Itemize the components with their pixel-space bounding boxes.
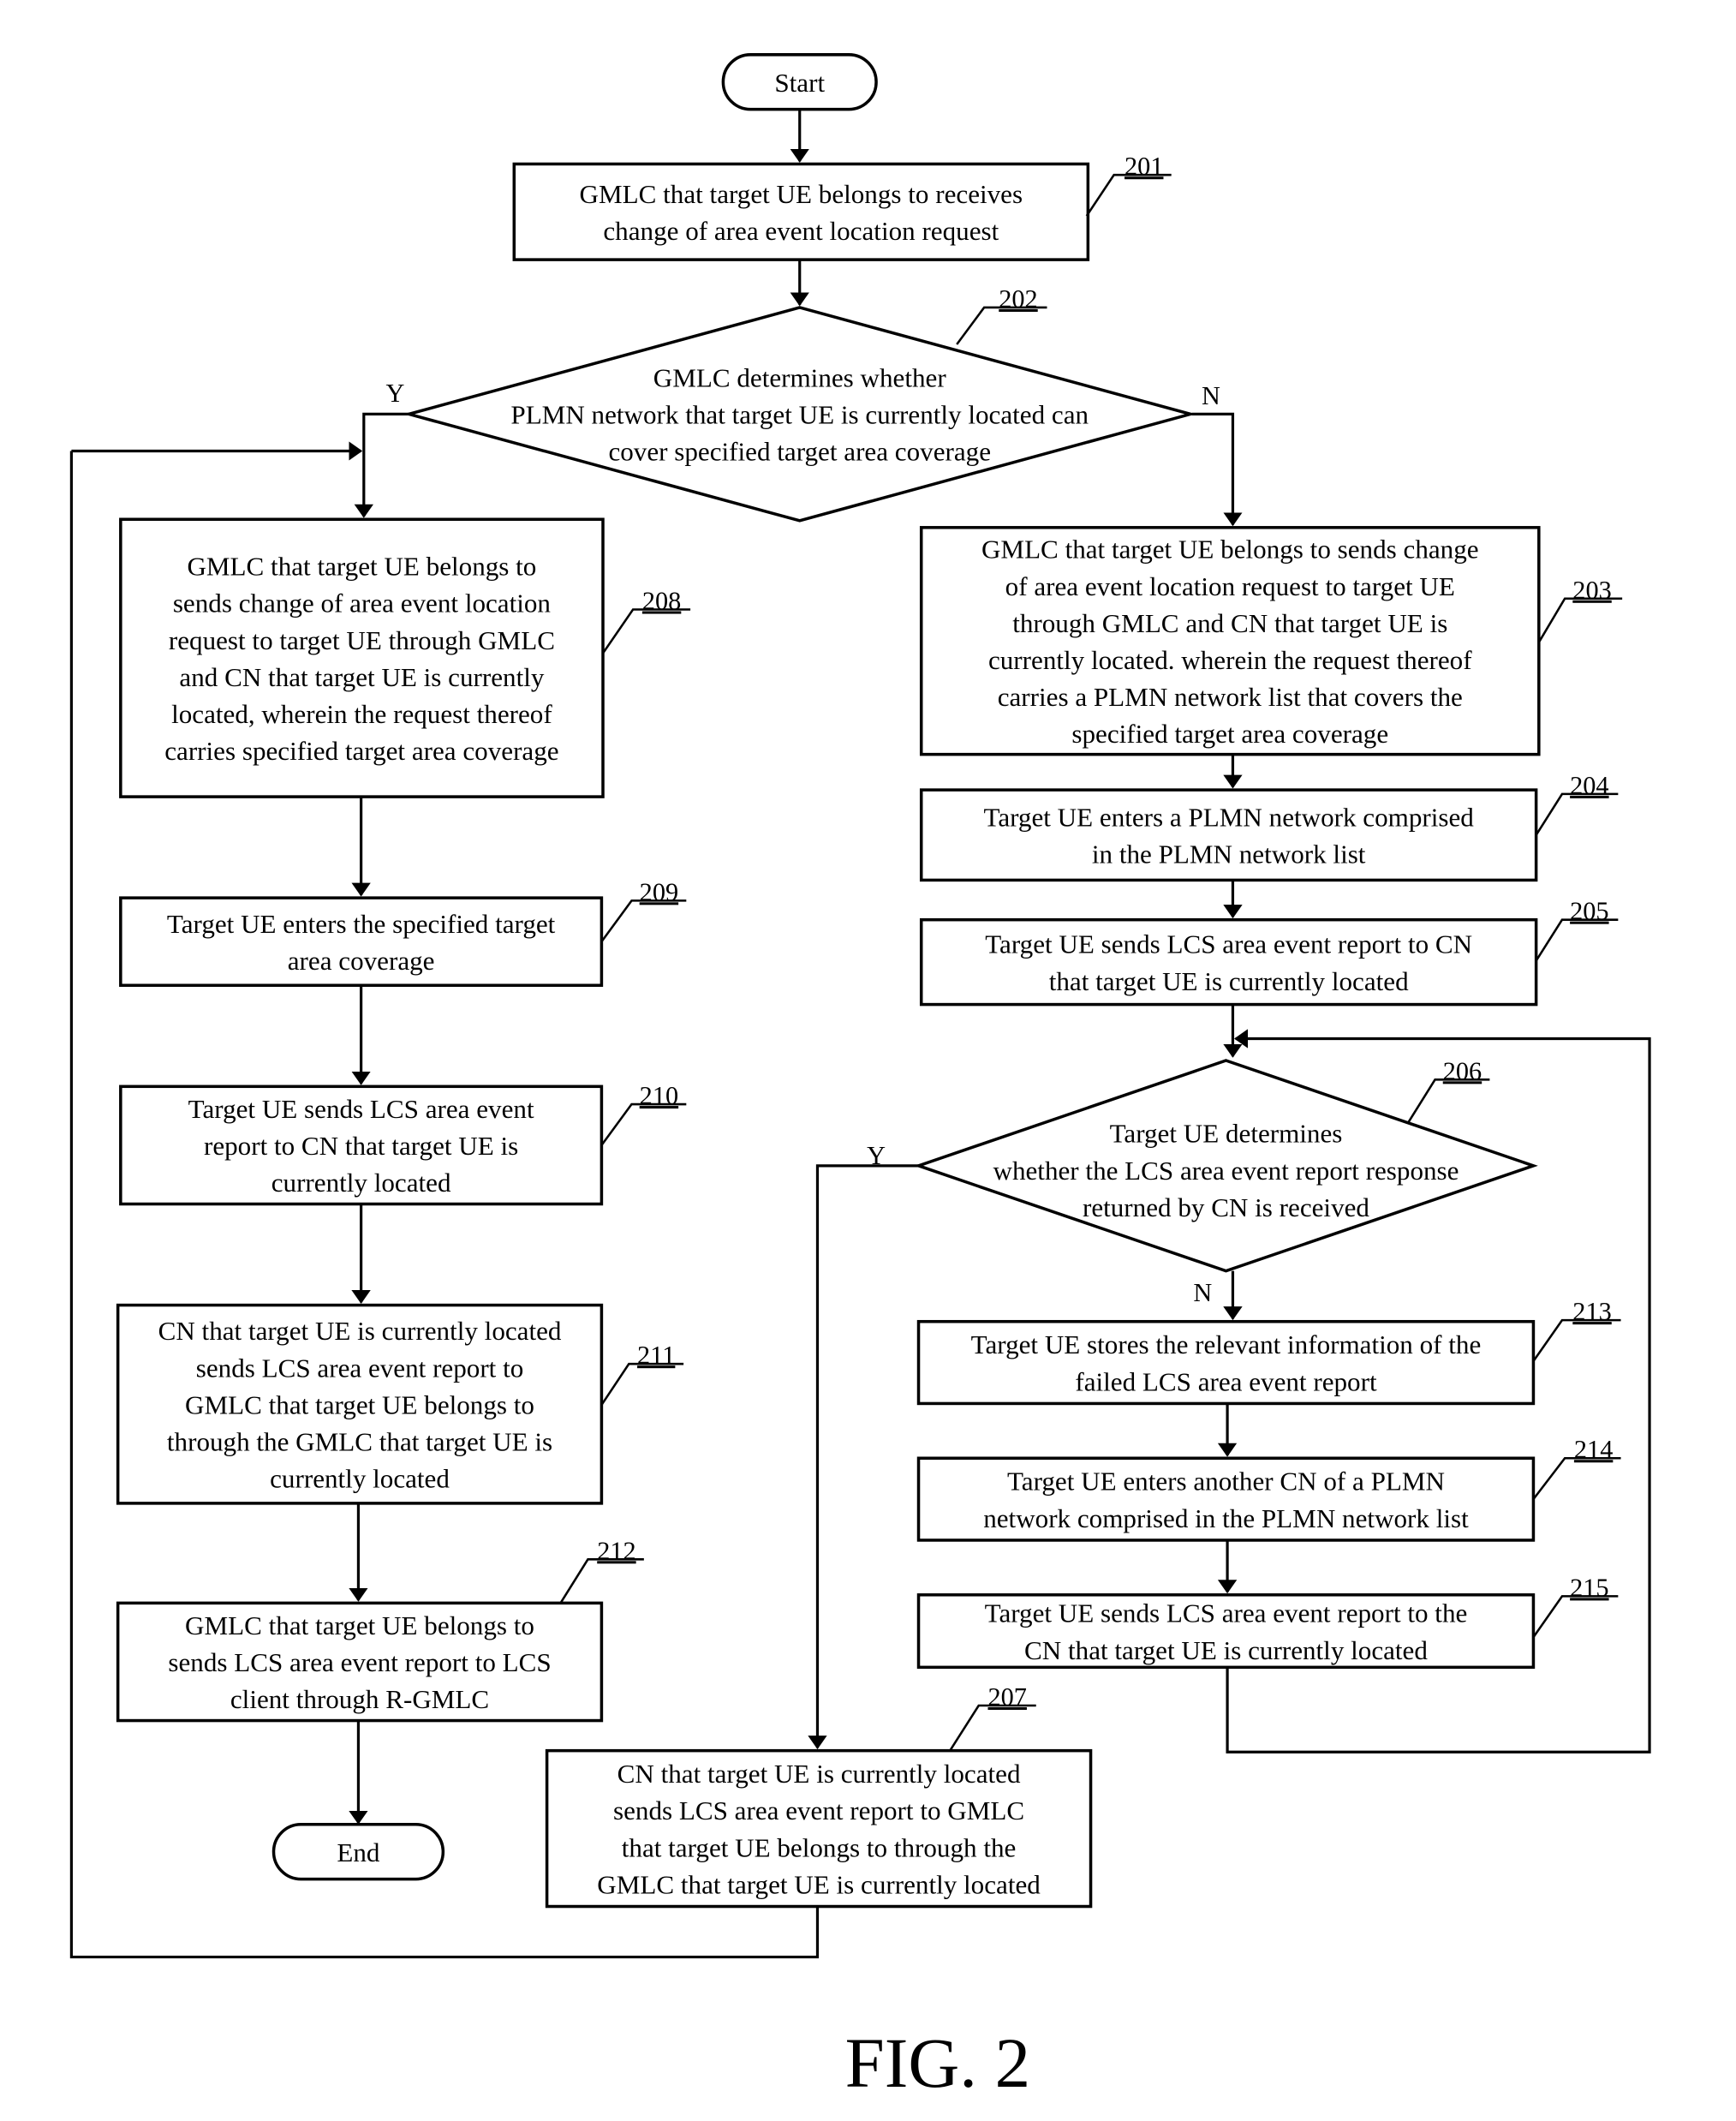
step-205-text-line: Target UE sends LCS area event report to… (985, 929, 1472, 959)
step-208-text-line: GMLC that target UE belongs to (187, 552, 536, 582)
step-207-text-line: sends LCS area event report to GMLC (613, 1795, 1024, 1825)
reference-leader-line (1535, 918, 1619, 962)
reference-number-204: 204 (1570, 771, 1608, 800)
reference-leader-line (601, 608, 691, 654)
step-207-text-line: CN that target UE is currently located (617, 1759, 1021, 1789)
step-211-text-line: GMLC that target UE belongs to (185, 1389, 534, 1419)
figure-caption: FIG. 2 (845, 2023, 1031, 2102)
reference-leader-line (1406, 1078, 1490, 1125)
end-terminal-label: End (337, 1837, 380, 1867)
step-208-text-line: request to target UE through GMLC (169, 625, 555, 655)
step-213-text-line: Target UE stores the relevant informatio… (971, 1329, 1482, 1359)
step-203-text-line: GMLC that target UE belongs to sends cha… (981, 535, 1479, 565)
reference-number-213: 213 (1572, 1297, 1611, 1326)
reference-leader-line (600, 1362, 684, 1406)
step-213-text-line: failed LCS area event report (1075, 1366, 1377, 1396)
step-210-text-line: report to CN that target UE is (204, 1131, 518, 1161)
reference-number-211: 211 (637, 1341, 675, 1370)
step-208-text-line: sends change of area event location (173, 589, 552, 618)
reference-number-207: 207 (988, 1682, 1027, 1712)
step-207-text-line: that target UE belongs to through the (622, 1832, 1017, 1862)
step-208-text-line: carries specified target area coverage (164, 736, 558, 766)
reference-number-205: 205 (1570, 897, 1608, 926)
reference-number-203: 203 (1572, 576, 1611, 605)
step-203-text-line: through GMLC and CN that target UE is (1012, 608, 1447, 638)
branch-label-no: N (1193, 1278, 1212, 1307)
decision-206-text-line: returned by CN is received (1083, 1192, 1369, 1222)
connector-arrow (354, 412, 411, 518)
step-204-text-line: in the PLMN network list (1092, 839, 1366, 869)
step-215-text-line: Target UE sends LCS area event report to… (985, 1598, 1468, 1628)
step-204-text-line: Target UE enters a PLMN network comprise… (984, 802, 1475, 832)
flowchart: Start End GMLC that target UE belongs to r… (69, 53, 1651, 2102)
step-203-text-line: of area event location request to target… (1005, 571, 1455, 601)
reference-number-214: 214 (1574, 1435, 1613, 1464)
step-201-text-line: GMLC that target UE belongs to receives (580, 179, 1023, 209)
step-208-text-line: located, wherein the request thereof (171, 699, 552, 729)
step-201-text-line: change of area event location request (603, 216, 999, 246)
reference-number-209: 209 (640, 877, 678, 906)
decision-202-text-line: cover specified target area coverage (608, 437, 991, 467)
reference-leader-line (1537, 597, 1623, 643)
reference-number-201: 201 (1125, 152, 1163, 181)
branch-label-no: N (1202, 381, 1220, 410)
step-214-text-line: network comprised in the PLMN network li… (983, 1503, 1469, 1533)
step-214-text-line: Target UE enters another CN of a PLMN (1007, 1467, 1445, 1497)
step-215-text-line: CN that target UE is currently located (1024, 1635, 1428, 1665)
connector-arrow (1191, 412, 1243, 527)
step-203-text-line: specified target area coverage (1071, 719, 1388, 749)
reference-leader-line (1532, 1595, 1619, 1638)
reference-leader-line (559, 1558, 644, 1604)
step-211-text-line: CN that target UE is currently located (158, 1316, 562, 1346)
reference-leader-line (600, 1102, 687, 1146)
step-205-text-line: that target UE is currently located (1049, 966, 1409, 996)
reference-number-212: 212 (597, 1536, 635, 1565)
step-212-text-line: sends LCS area event report to LCS (168, 1647, 551, 1677)
step-212-text-line: GMLC that target UE belongs to (185, 1610, 534, 1640)
reference-leader-line (600, 899, 687, 942)
reference-leader-line (1532, 1318, 1621, 1362)
step-203-text-line: currently located. wherein the request t… (988, 645, 1472, 675)
step-203-text-line: carries a PLMN network list that covers … (998, 682, 1463, 712)
decision-202-text-line: GMLC determines whether (653, 362, 947, 392)
branch-label-yes: Y (867, 1141, 886, 1170)
decision-206-text-line: whether the LCS area event report respon… (993, 1156, 1459, 1186)
step-209-text-line: Target UE enters the specified target (167, 909, 556, 939)
step-211-text-line: through the GMLC that target UE is (167, 1426, 552, 1456)
reference-leader-line (949, 1704, 1036, 1752)
branch-label-yes: Y (386, 379, 405, 408)
reference-leader-line (1085, 173, 1172, 217)
step-209-text-line: area coverage (288, 946, 435, 976)
reference-number-210: 210 (640, 1081, 678, 1110)
reference-number-206: 206 (1443, 1056, 1482, 1085)
step-211-text-line: sends LCS area event report to (196, 1353, 524, 1383)
reference-leader-line (1535, 792, 1619, 836)
reference-leader-line (1532, 1456, 1621, 1500)
connector-arrow (808, 1164, 919, 1750)
step-207-text-line: GMLC that target UE is currently located (597, 1869, 1041, 1899)
decision-202-text-line: PLMN network that target UE is currently… (510, 400, 1089, 430)
step-210-text-line: currently located (271, 1168, 451, 1198)
nodes: Start End GMLC that target UE belongs to r… (116, 53, 1541, 1909)
decision-206-text-line: Target UE determines (1110, 1119, 1343, 1149)
reference-number-208: 208 (642, 587, 681, 616)
step-212-text-line: client through R-GMLC (230, 1684, 489, 1714)
reference-number-215: 215 (1570, 1573, 1608, 1602)
step-208-text-line: and CN that target UE is currently (179, 662, 544, 692)
reference-number-202: 202 (999, 284, 1037, 314)
step-210-text-line: Target UE sends LCS area event (188, 1094, 534, 1124)
step-211-text-line: currently located (270, 1464, 450, 1494)
start-terminal-label: Start (774, 68, 825, 98)
